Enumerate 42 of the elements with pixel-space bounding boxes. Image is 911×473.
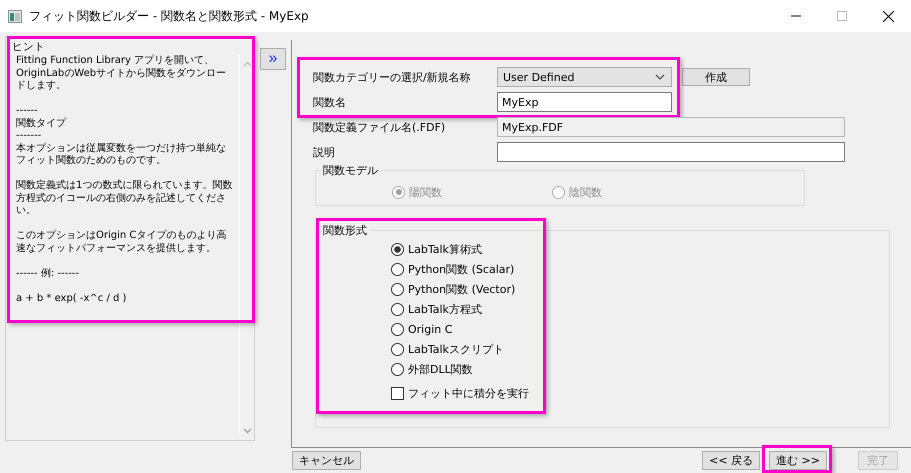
field-label: 関数定義ファイル名(.FDF): [313, 120, 446, 134]
checkbox[interactable]: フィット中に積分を実行: [391, 383, 529, 403]
input-field[interactable]: MyExp: [497, 92, 672, 112]
radio-button[interactable]: [391, 262, 404, 276]
group-title: 関数モデル: [321, 163, 380, 178]
hint-text: ------ 例: ------: [16, 268, 80, 280]
dialog-button[interactable]: 進む >>: [769, 451, 827, 470]
chevron-down-icon: [655, 74, 665, 80]
dialog-button[interactable]: << 戻る: [702, 451, 760, 470]
radio-label[interactable]: Python関数 (Scalar): [408, 262, 514, 276]
readonly-field[interactable]: MyExp.FDF: [497, 117, 845, 137]
radio-label[interactable]: LabTalkスクリプト: [408, 342, 504, 356]
hint-text: Fitting Function Library アプリを開いて、OriginLabのWebサイトから関数をダウンロードします。: [16, 55, 228, 92]
radio-button[interactable]: [391, 302, 404, 316]
radio-label[interactable]: Origin C: [408, 322, 452, 336]
radio-button[interactable]: [391, 242, 404, 256]
expand-button[interactable]: »: [260, 48, 286, 70]
hint-title: ヒント: [12, 41, 45, 53]
app-icon: [8, 10, 22, 22]
hint-text: a + b * exp( -x^c / d ): [16, 292, 128, 305]
field-label: 関数カテゴリーの選択/新規名称: [313, 70, 472, 84]
input-field[interactable]: [497, 142, 845, 162]
radio-button[interactable]: [391, 322, 404, 336]
radio-label[interactable]: 外部DLL関数: [408, 362, 473, 376]
hint-text: このオプションはOrigin Cタイプのものより高速なフィットパフォーマンスを提供します。: [16, 230, 228, 255]
field-label: 関数名: [313, 94, 347, 110]
radio-button[interactable]: [391, 342, 404, 356]
radio-label[interactable]: LabTalk方程式: [408, 302, 482, 316]
group-title: 関数形式: [321, 223, 369, 238]
hint-text: ------ 関数タイプ ------- 本オプションは従属変数を一つだけ持つ単純なフィット関数のためのものです。: [16, 105, 227, 168]
radio-button[interactable]: [391, 282, 404, 296]
maximize-icon: [837, 11, 847, 21]
radio-label[interactable]: LabTalk算術式: [408, 242, 482, 256]
radio-label[interactable]: Python関数 (Vector): [408, 282, 516, 296]
close-icon: [882, 10, 894, 22]
hint-text: 関数定義式は1つの数式に限られています。関数方程式のイコールの右側のみを記述してください。: [16, 180, 233, 218]
radio-button[interactable]: [391, 362, 404, 376]
category-dropdown[interactable]: User Defined: [497, 67, 672, 87]
dialog-button[interactable]: キャンセル: [292, 451, 361, 470]
create-button[interactable]: 作成: [682, 68, 750, 86]
window-title: フィット関数ビルダー - 関数名と関数形式 - MyExp: [29, 8, 309, 24]
field-label: 説明: [313, 144, 336, 160]
